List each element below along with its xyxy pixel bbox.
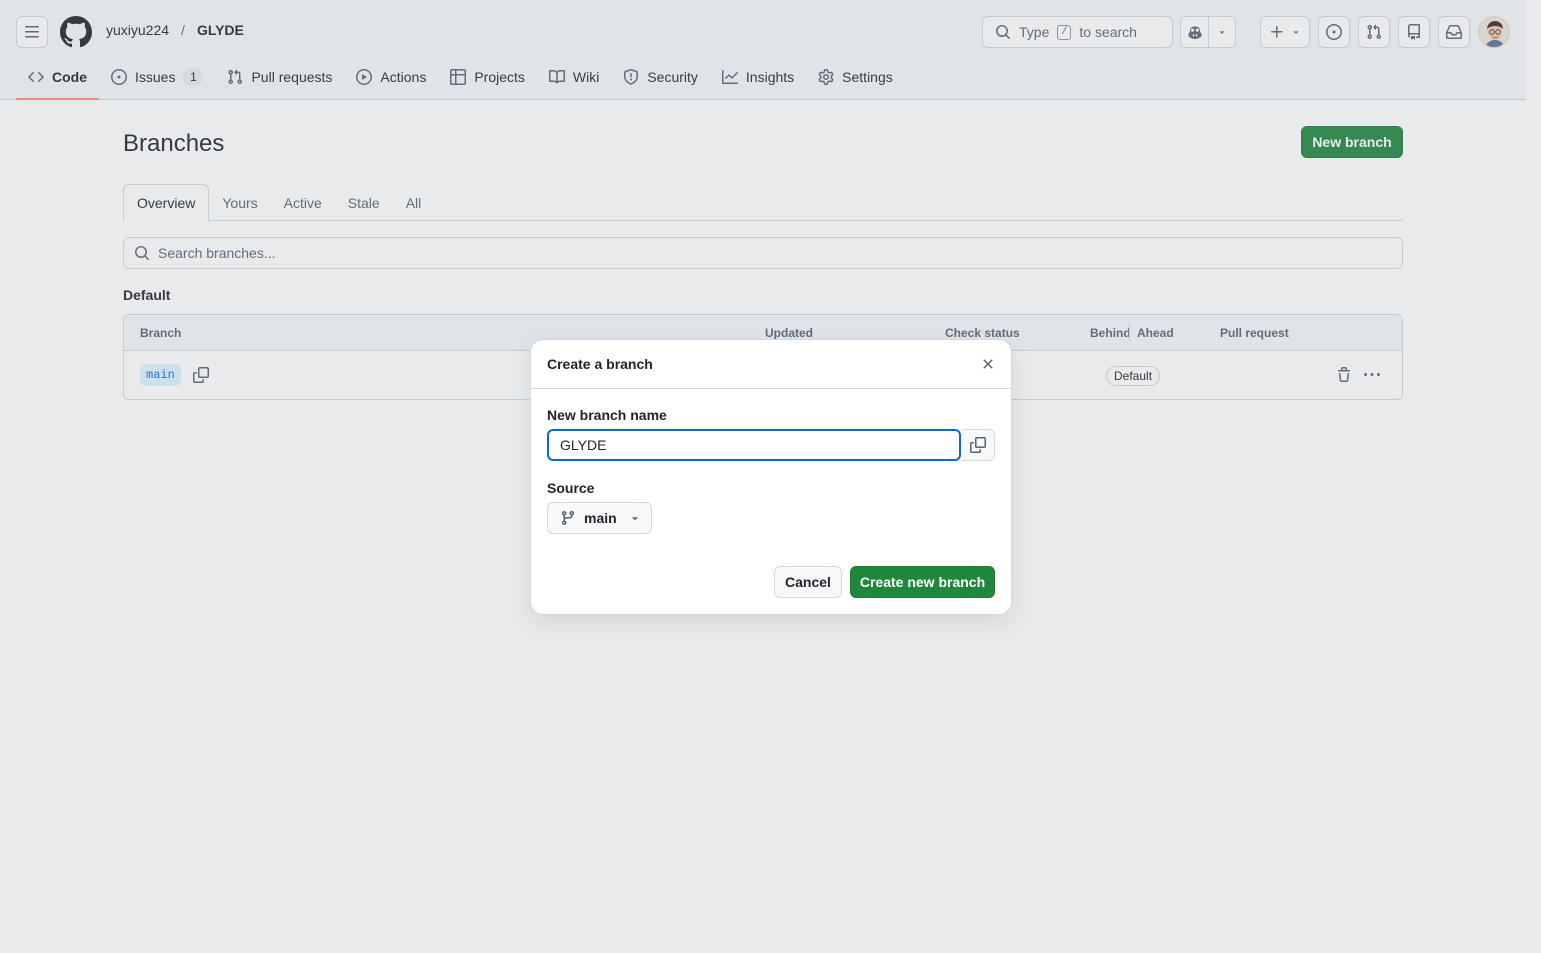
close-dialog-button[interactable] <box>978 354 998 374</box>
dialog-header: Create a branch <box>531 340 1011 389</box>
triangle-down-icon <box>631 517 638 521</box>
git-branch-icon <box>561 511 574 526</box>
branch-name-label: New branch name <box>547 407 667 423</box>
close-icon <box>983 359 993 369</box>
source-branch-select[interactable]: main <box>547 502 652 534</box>
source-label: Source <box>547 480 595 496</box>
source-branch-value: main <box>584 510 617 526</box>
cancel-button[interactable]: Cancel <box>774 566 842 598</box>
create-branch-dialog: Create a branch New branch name Source m… <box>531 340 1011 614</box>
branch-name-input[interactable] <box>547 429 961 461</box>
copy-branch-input-button[interactable] <box>962 429 995 461</box>
copy-icon <box>970 437 986 453</box>
dialog-title: Create a branch <box>547 356 653 372</box>
create-new-branch-button[interactable]: Create new branch <box>850 566 995 598</box>
